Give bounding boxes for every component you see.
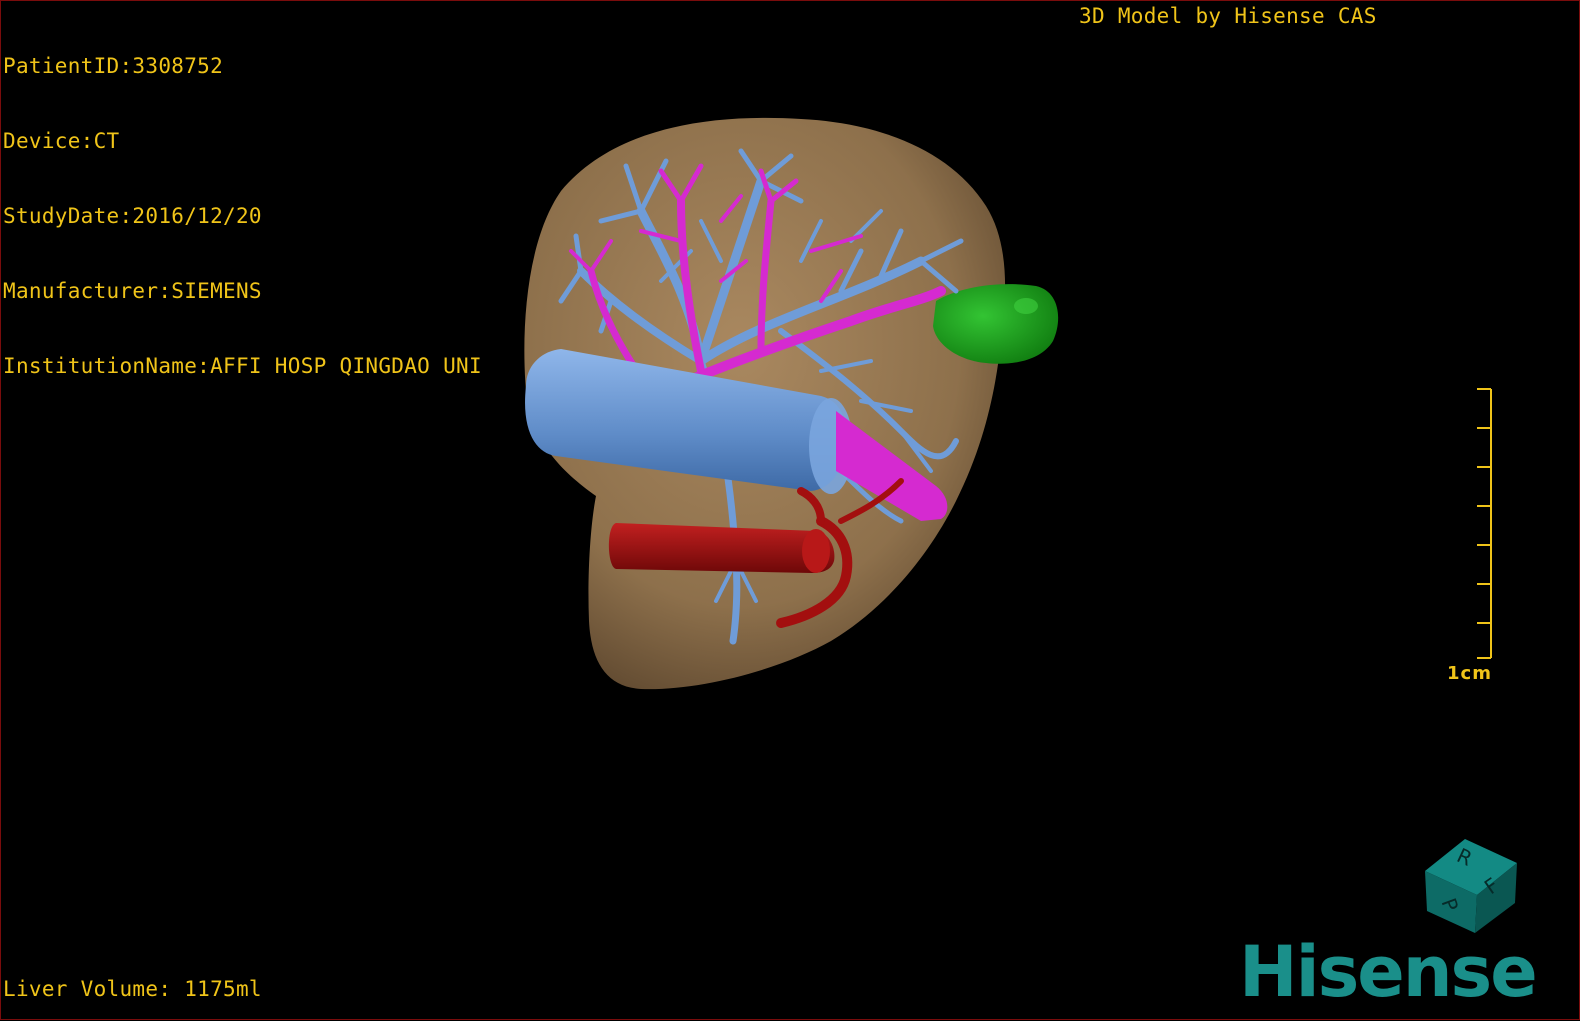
study-date: StudyDate:2016/12/20 [3,204,262,228]
hisense-logo: Hisense [1239,931,1538,1013]
liver-volume: Liver Volume: 1175ml [3,977,262,1001]
device: Device:CT [3,129,120,153]
orientation-cube[interactable]: R F P [1417,833,1527,943]
scale-label: 1cm [1447,663,1492,684]
3d-viewport[interactable]: PatientID:3308752 Device:CT StudyDate:20… [0,0,1580,1020]
patient-info: PatientID:3308752 Device:CT StudyDate:20… [3,4,482,429]
model-title: 3D Model by Hisense CAS [1079,4,1377,28]
manufacturer: Manufacturer:SIEMENS [3,279,262,303]
scale-bar [1477,388,1492,659]
patient-id: PatientID:3308752 [3,54,224,78]
institution-name: InstitutionName:AFFI HOSP QINGDAO UNI [3,354,482,378]
